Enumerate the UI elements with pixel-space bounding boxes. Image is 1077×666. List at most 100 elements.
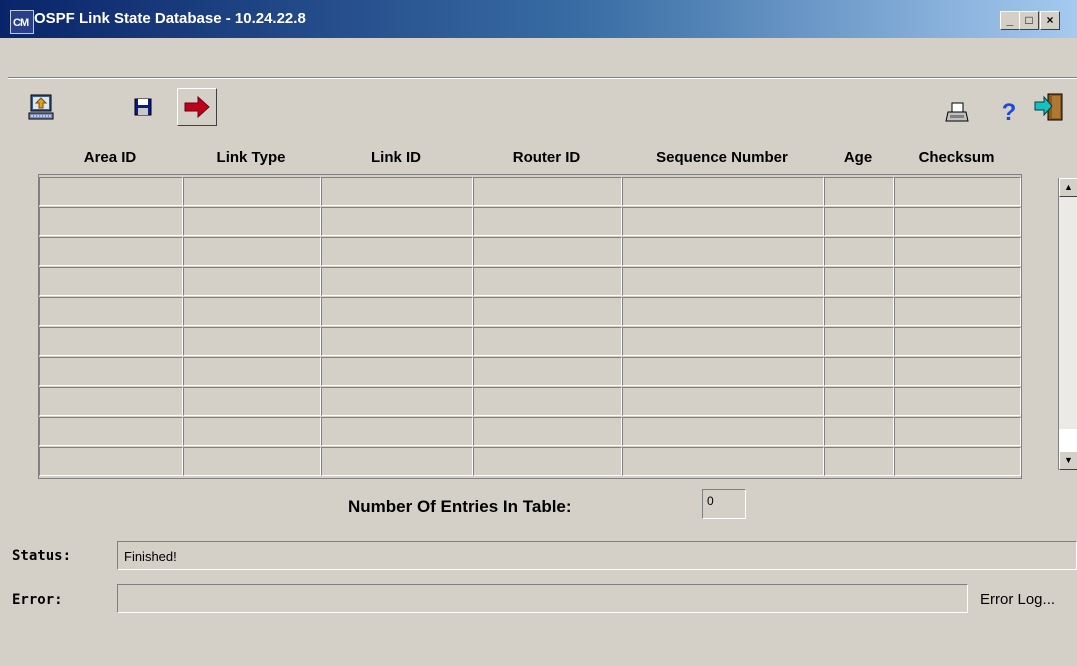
table-cell[interactable] — [39, 237, 183, 266]
column-header-sequence-number[interactable]: Sequence Number — [621, 149, 823, 166]
table-cell[interactable] — [894, 357, 1021, 386]
save-button[interactable] — [126, 90, 160, 124]
table-cell[interactable] — [473, 297, 622, 326]
table-cell[interactable] — [473, 327, 622, 356]
table-cell[interactable] — [622, 297, 824, 326]
table-cell[interactable] — [321, 357, 473, 386]
scroll-up-button[interactable]: ▲ — [1059, 178, 1077, 197]
table-cell[interactable] — [183, 357, 321, 386]
table-cell[interactable] — [824, 237, 894, 266]
table-cell[interactable] — [894, 297, 1021, 326]
help-button[interactable]: ? — [992, 96, 1026, 130]
table-cell[interactable] — [39, 387, 183, 416]
table-row[interactable] — [39, 267, 1021, 296]
table-cell[interactable] — [894, 417, 1021, 446]
table-cell[interactable] — [894, 177, 1021, 206]
go-button[interactable] — [177, 88, 217, 126]
table-cell[interactable] — [39, 177, 183, 206]
table-cell[interactable] — [473, 417, 622, 446]
table-row[interactable] — [39, 357, 1021, 386]
table-cell[interactable] — [321, 177, 473, 206]
table-cell[interactable] — [824, 177, 894, 206]
table-cell[interactable] — [824, 387, 894, 416]
print-button[interactable] — [940, 96, 974, 130]
table-cell[interactable] — [473, 387, 622, 416]
table-row[interactable] — [39, 447, 1021, 476]
table-cell[interactable] — [321, 267, 473, 296]
minimize-button[interactable]: _ — [1000, 11, 1020, 30]
table-cell[interactable] — [894, 327, 1021, 356]
table-cell[interactable] — [321, 207, 473, 236]
title-bar[interactable]: CM OSPF Link State Database - 10.24.22.8… — [0, 0, 1077, 38]
table-cell[interactable] — [473, 267, 622, 296]
scroll-thumb[interactable] — [1059, 429, 1077, 451]
table-cell[interactable] — [622, 237, 824, 266]
table-cell[interactable] — [183, 297, 321, 326]
column-header-link-type[interactable]: Link Type — [182, 149, 320, 166]
table-cell[interactable] — [183, 237, 321, 266]
table-cell[interactable] — [824, 447, 894, 476]
table-cell[interactable] — [183, 387, 321, 416]
column-header-age[interactable]: Age — [823, 149, 893, 166]
table-cell[interactable] — [473, 177, 622, 206]
table-cell[interactable] — [622, 207, 824, 236]
table-cell[interactable] — [894, 447, 1021, 476]
table-cell[interactable] — [894, 237, 1021, 266]
table-cell[interactable] — [473, 357, 622, 386]
error-log-button[interactable]: Error Log... — [980, 591, 1055, 608]
table-cell[interactable] — [622, 357, 824, 386]
exit-button[interactable] — [1032, 90, 1066, 124]
table-row[interactable] — [39, 327, 1021, 356]
column-header-link-id[interactable]: Link ID — [320, 149, 472, 166]
table-cell[interactable] — [39, 297, 183, 326]
table-cell[interactable] — [473, 447, 622, 476]
table-cell[interactable] — [39, 357, 183, 386]
table-cell[interactable] — [622, 177, 824, 206]
table-cell[interactable] — [183, 267, 321, 296]
table-cell[interactable] — [622, 417, 824, 446]
column-header-router-id[interactable]: Router ID — [472, 149, 621, 166]
table-cell[interactable] — [824, 267, 894, 296]
table-cell[interactable] — [622, 387, 824, 416]
load-button[interactable] — [24, 90, 58, 124]
table-cell[interactable] — [321, 327, 473, 356]
lsdb-table[interactable] — [38, 174, 1022, 479]
table-cell[interactable] — [321, 237, 473, 266]
table-cell[interactable] — [321, 417, 473, 446]
table-cell[interactable] — [894, 387, 1021, 416]
table-cell[interactable] — [39, 417, 183, 446]
table-row[interactable] — [39, 237, 1021, 266]
table-cell[interactable] — [894, 267, 1021, 296]
table-cell[interactable] — [183, 417, 321, 446]
table-cell[interactable] — [321, 387, 473, 416]
table-cell[interactable] — [39, 207, 183, 236]
scroll-down-button[interactable]: ▼ — [1059, 451, 1077, 470]
column-header-area-id[interactable]: Area ID — [38, 149, 182, 166]
table-cell[interactable] — [473, 207, 622, 236]
table-cell[interactable] — [824, 207, 894, 236]
table-cell[interactable] — [321, 447, 473, 476]
table-cell[interactable] — [824, 417, 894, 446]
table-cell[interactable] — [622, 447, 824, 476]
table-row[interactable] — [39, 297, 1021, 326]
table-cell[interactable] — [183, 207, 321, 236]
column-header-checksum[interactable]: Checksum — [893, 149, 1020, 166]
table-cell[interactable] — [894, 207, 1021, 236]
table-cell[interactable] — [183, 447, 321, 476]
table-cell[interactable] — [824, 357, 894, 386]
table-row[interactable] — [39, 417, 1021, 446]
table-cell[interactable] — [39, 447, 183, 476]
table-cell[interactable] — [622, 327, 824, 356]
table-cell[interactable] — [622, 267, 824, 296]
table-cell[interactable] — [39, 267, 183, 296]
close-button[interactable]: × — [1040, 11, 1060, 30]
table-cell[interactable] — [321, 297, 473, 326]
table-cell[interactable] — [824, 297, 894, 326]
maximize-button[interactable]: □ — [1019, 11, 1039, 30]
table-cell[interactable] — [183, 177, 321, 206]
table-cell[interactable] — [824, 327, 894, 356]
table-row[interactable] — [39, 207, 1021, 236]
table-cell[interactable] — [473, 237, 622, 266]
table-row[interactable] — [39, 177, 1021, 206]
table-cell[interactable] — [183, 327, 321, 356]
